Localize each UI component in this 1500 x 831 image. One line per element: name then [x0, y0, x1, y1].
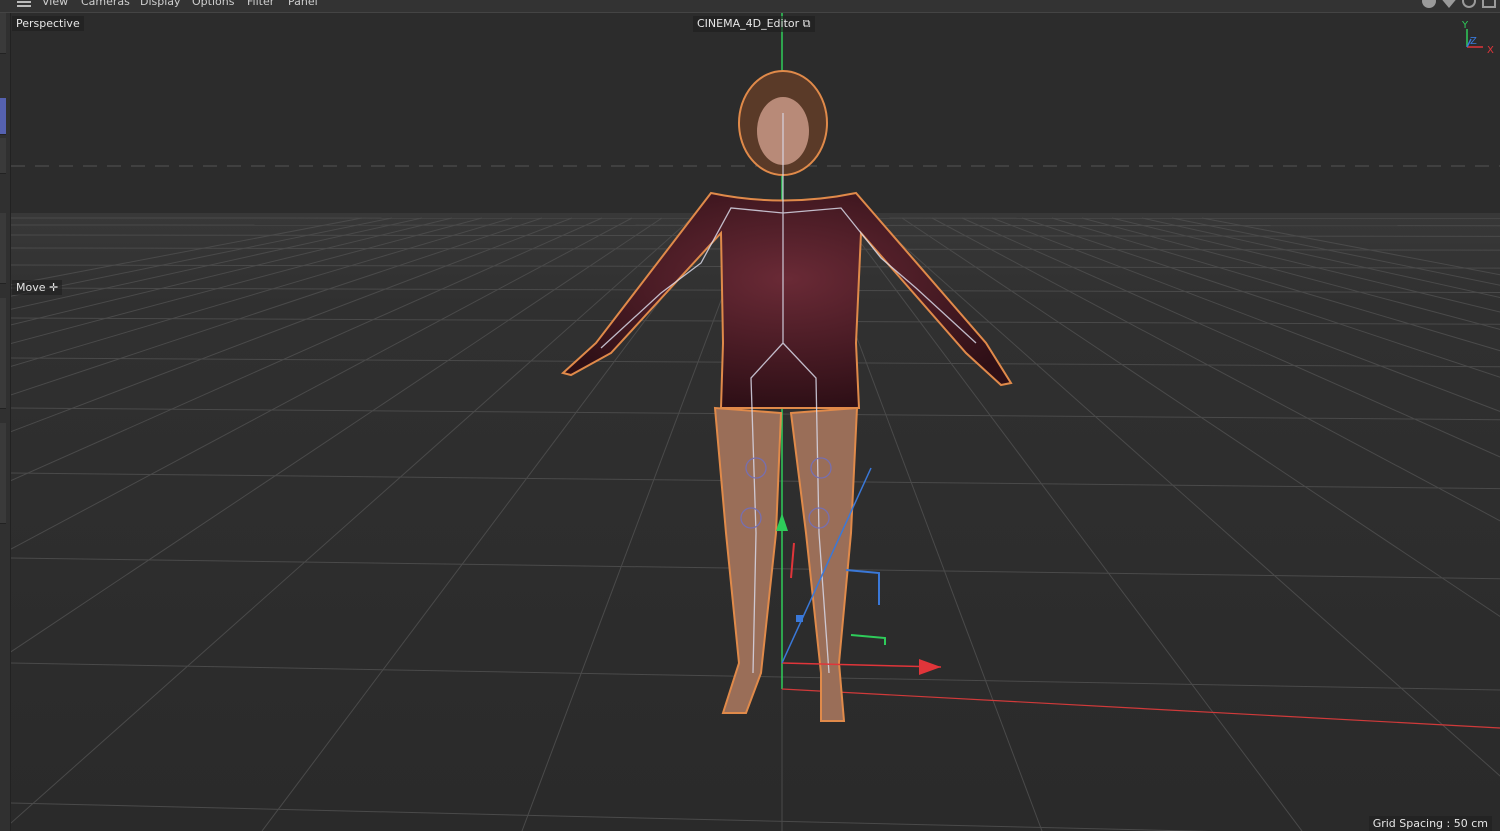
- viewport-menubar: View Cameras Display Options Filter Pane…: [0, 0, 1500, 13]
- menu-cameras[interactable]: Cameras: [81, 0, 130, 8]
- camera-label[interactable]: Perspective: [12, 16, 84, 31]
- viewport-title: CINEMA_4D_Editor ⧉: [693, 16, 815, 32]
- active-tool-label: Move ✛: [12, 280, 63, 295]
- scene-canvas[interactable]: Y Z X: [11, 13, 1500, 831]
- 3d-viewport[interactable]: Y Z X Perspective CINEMA_4D_Editor ⧉ Mov…: [11, 13, 1500, 831]
- axis-y-label: Y: [1461, 20, 1469, 31]
- move-cross-icon: ✛: [49, 281, 59, 294]
- gizmo-center-handle: [796, 615, 803, 622]
- axis-z-label: Z: [1470, 36, 1477, 47]
- axis-x-label: X: [1487, 45, 1494, 56]
- left-tab[interactable]: [0, 213, 6, 284]
- menu-panel[interactable]: Panel: [288, 0, 318, 8]
- tool-label-text: Move: [16, 281, 46, 294]
- menu-view[interactable]: View: [42, 0, 68, 8]
- hamburger-menu-icon[interactable]: [17, 0, 31, 7]
- menu-display[interactable]: Display: [140, 0, 181, 8]
- menu-filter[interactable]: Filter: [247, 0, 274, 8]
- left-tab[interactable]: [0, 298, 6, 409]
- lock-camera-icon[interactable]: ⧉: [803, 17, 811, 30]
- grid-spacing-readout: Grid Spacing : 50 cm: [1368, 816, 1492, 831]
- menu-options[interactable]: Options: [192, 0, 234, 8]
- viewport-title-text: CINEMA_4D_Editor: [697, 17, 800, 30]
- pan-hand-icon[interactable]: [1422, 0, 1436, 8]
- left-tab[interactable]: [0, 138, 6, 174]
- maximize-view-icon[interactable]: [1482, 0, 1496, 8]
- left-tab-active[interactable]: [0, 98, 6, 135]
- left-toolbar: [0, 13, 11, 831]
- left-tab[interactable]: [0, 13, 6, 54]
- zoom-arrow-icon[interactable]: [1442, 0, 1456, 8]
- rotate-icon[interactable]: [1462, 0, 1476, 8]
- left-tab[interactable]: [0, 423, 6, 524]
